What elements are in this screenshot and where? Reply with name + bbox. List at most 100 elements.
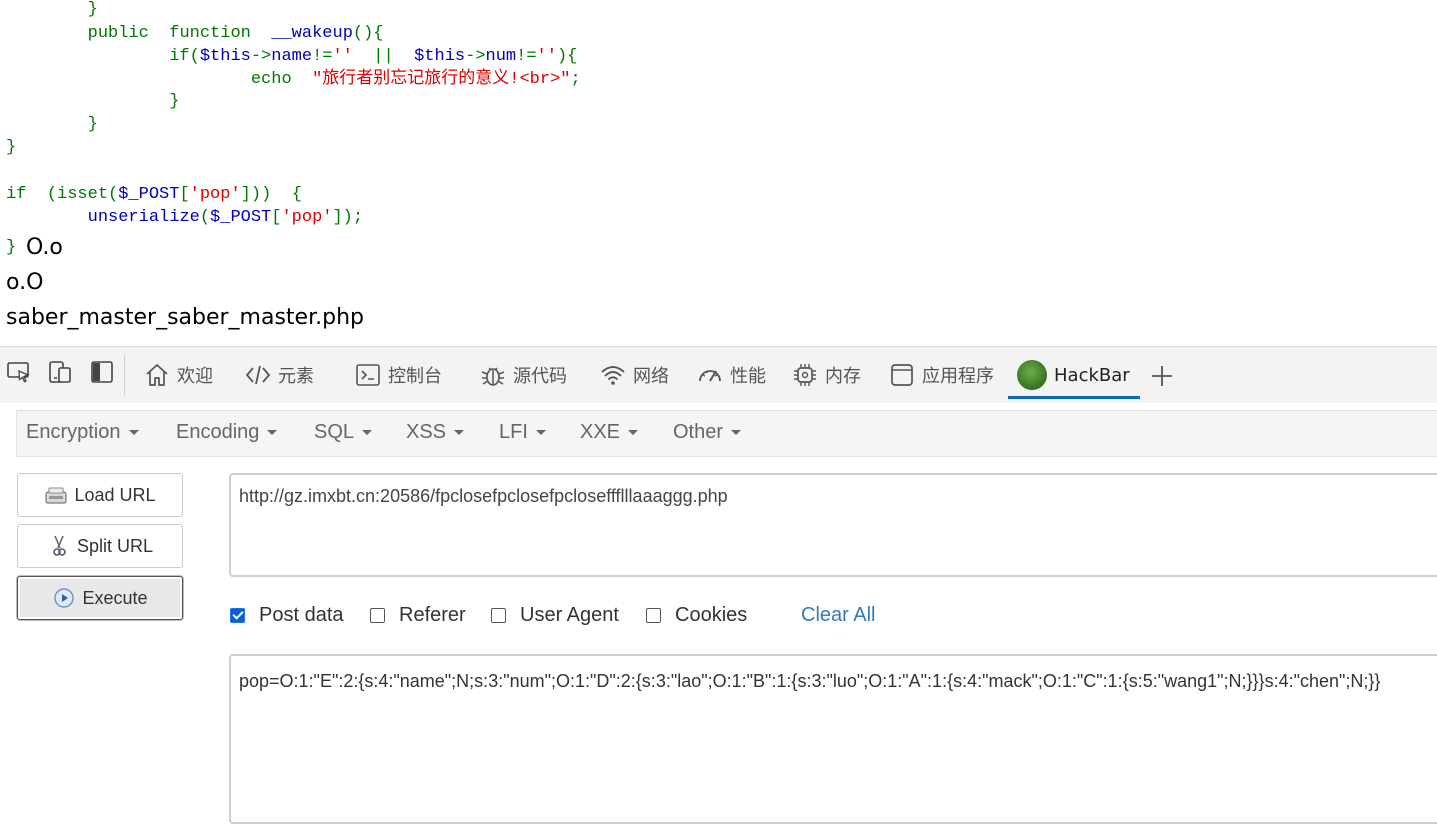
button-label: Split URL bbox=[76, 535, 154, 556]
menu-lfi[interactable]: LFI bbox=[499, 421, 546, 444]
chip-icon bbox=[794, 364, 816, 386]
code-token: name bbox=[271, 47, 313, 66]
code-token: } bbox=[169, 92, 180, 111]
tab-hackbar[interactable]: HackBar bbox=[1017, 355, 1130, 395]
code-token: -> bbox=[465, 47, 486, 66]
code-token: $_POST bbox=[118, 185, 180, 204]
code-token: '' bbox=[536, 47, 557, 66]
load-url-icon bbox=[45, 487, 68, 504]
load-url-button[interactable]: Load URL bbox=[17, 473, 183, 517]
tab-performance[interactable]: 性能 bbox=[697, 355, 766, 395]
output-line: o.O bbox=[6, 270, 44, 295]
tab-welcome[interactable]: 欢迎 bbox=[144, 355, 213, 395]
code-line: } bbox=[6, 236, 16, 259]
code-token: } bbox=[6, 238, 17, 257]
url-textarea[interactable]: http://gz.imxbt.cn:20586/fpclosefpclosef… bbox=[229, 473, 1437, 577]
checkbox-icon[interactable] bbox=[646, 608, 661, 623]
code-token: echo bbox=[250, 70, 292, 89]
tab-sources[interactable]: 源代码 bbox=[480, 355, 567, 395]
tab-label: 元素 bbox=[278, 366, 314, 387]
dock-side-icon[interactable] bbox=[89, 359, 115, 385]
caret-down-icon bbox=[628, 430, 639, 435]
menu-xss[interactable]: XSS bbox=[406, 421, 465, 444]
code-token: [ bbox=[179, 185, 190, 204]
cookies-checkbox[interactable]: Cookies bbox=[646, 604, 747, 627]
tab-elements[interactable]: 元素 bbox=[245, 355, 314, 395]
code-token: ]); bbox=[332, 208, 364, 227]
add-tab-icon[interactable] bbox=[1150, 364, 1174, 388]
code-line: } bbox=[6, 113, 98, 136]
hackbar-menu-bar: Encryption Encoding SQL XSS LFI XXE Othe… bbox=[16, 410, 1437, 457]
code-token: } bbox=[87, 0, 98, 19]
code-token: ; bbox=[570, 70, 581, 89]
php-source-code: } public function __wakeup(){ if($this->… bbox=[0, 0, 1437, 257]
home-icon bbox=[146, 364, 168, 386]
tab-label: 源代码 bbox=[513, 366, 567, 387]
tab-memory[interactable]: 内存 bbox=[792, 355, 861, 395]
tab-console[interactable]: 控制台 bbox=[355, 355, 442, 395]
menu-encoding[interactable]: Encoding bbox=[176, 421, 278, 444]
menu-label: XXE bbox=[580, 421, 621, 443]
caret-down-icon bbox=[128, 430, 139, 435]
tab-label: 内存 bbox=[825, 366, 861, 387]
split-url-button[interactable]: Split URL bbox=[17, 524, 183, 568]
code-token: || bbox=[373, 47, 394, 66]
checkbox-icon[interactable] bbox=[370, 608, 385, 623]
menu-label: LFI bbox=[499, 421, 528, 443]
inspect-element-icon[interactable] bbox=[6, 359, 32, 385]
clear-all-link[interactable]: Clear All bbox=[801, 604, 875, 627]
tab-label: HackBar bbox=[1054, 364, 1130, 386]
button-label: Load URL bbox=[74, 484, 156, 505]
menu-xxe[interactable]: XXE bbox=[580, 421, 639, 444]
hackbar-logo-icon bbox=[1017, 360, 1047, 390]
code-icon bbox=[245, 365, 271, 385]
code-token: ){ bbox=[556, 47, 578, 66]
execute-button[interactable]: Execute bbox=[17, 576, 183, 620]
scissors-icon bbox=[53, 535, 66, 556]
code-token: != bbox=[516, 47, 537, 66]
menu-encryption[interactable]: Encryption bbox=[26, 421, 139, 444]
menu-label: Encryption bbox=[26, 421, 121, 443]
device-emulation-icon[interactable] bbox=[47, 359, 73, 385]
caret-down-icon bbox=[267, 430, 278, 435]
code-token: 'pop' bbox=[189, 185, 241, 204]
code-token: (isset( bbox=[46, 185, 119, 204]
code-line: } bbox=[6, 90, 179, 113]
code-token: ( bbox=[199, 208, 211, 227]
bug-icon bbox=[481, 367, 505, 386]
app-window-icon bbox=[891, 364, 913, 386]
code-token: } bbox=[6, 138, 17, 157]
play-icon bbox=[54, 588, 75, 608]
tab-label: 网络 bbox=[633, 366, 669, 387]
post-data-checkbox[interactable]: Post data bbox=[230, 604, 344, 627]
code-line: public function __wakeup(){ bbox=[6, 22, 384, 45]
caret-down-icon bbox=[454, 430, 465, 435]
code-token: num bbox=[485, 47, 517, 66]
tab-network[interactable]: 网络 bbox=[600, 355, 669, 395]
checkbox-icon[interactable] bbox=[491, 608, 506, 623]
code-token: unserialize bbox=[87, 208, 200, 227]
checkbox-label: Referer bbox=[399, 604, 466, 626]
tab-label: 应用程序 bbox=[922, 366, 994, 387]
menu-other[interactable]: Other bbox=[673, 421, 742, 444]
code-token: public bbox=[87, 24, 149, 43]
tab-application[interactable]: 应用程序 bbox=[889, 355, 994, 395]
user-agent-checkbox[interactable]: User Agent bbox=[491, 604, 619, 627]
code-token: (){ bbox=[352, 24, 384, 43]
code-token: { bbox=[291, 185, 302, 204]
post-data-textarea[interactable]: pop=O:1:"E":2:{s:4:"name";N;s:3:"num";O:… bbox=[229, 654, 1437, 824]
checkbox-checked-icon[interactable] bbox=[230, 608, 245, 623]
code-line: } bbox=[6, 0, 98, 21]
code-token: if( bbox=[169, 47, 200, 66]
active-tab-indicator bbox=[1008, 396, 1140, 399]
code-line: unserialize($_POST['pop']); bbox=[6, 206, 363, 229]
code-token: $this bbox=[414, 47, 466, 66]
code-token: $this bbox=[199, 47, 251, 66]
checkbox-label: Cookies bbox=[675, 604, 748, 626]
output-line: O.o bbox=[26, 235, 63, 260]
code-line: echo "旅行者别忘记旅行的意义!<br>"; bbox=[6, 68, 581, 91]
menu-sql[interactable]: SQL bbox=[314, 421, 373, 444]
menu-label: SQL bbox=[314, 421, 355, 443]
referer-checkbox[interactable]: Referer bbox=[370, 604, 466, 627]
code-line: } bbox=[6, 136, 16, 159]
